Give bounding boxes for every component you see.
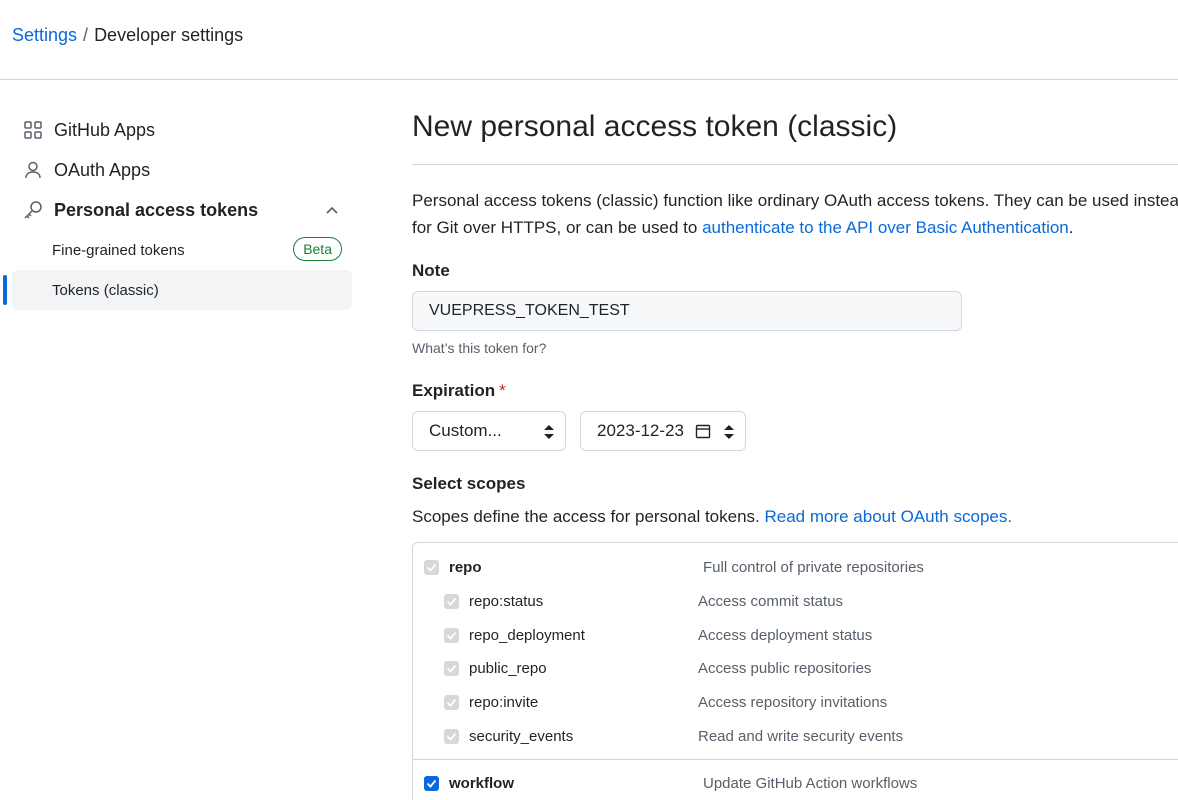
sidebar-item-tokens-classic[interactable]: Tokens (classic): [12, 270, 352, 310]
beta-badge: Beta: [293, 237, 342, 261]
scope-row-public-repo: public_repo Access public repositories: [413, 651, 1178, 685]
sidebar-item-oauth-apps[interactable]: OAuth Apps: [12, 150, 352, 190]
scope-checkbox[interactable]: [444, 627, 459, 643]
required-asterisk: *: [499, 381, 506, 400]
scope-row-security-events: security_events Read and write security …: [413, 719, 1178, 753]
description-text: for Git over HTTPS, or can be used to: [412, 218, 703, 237]
expiration-label-text: Expiration: [412, 381, 496, 400]
scopes-description: Scopes define the access for personal to…: [412, 507, 1012, 527]
scopes-list: repo Full control of private repositorie…: [412, 542, 1178, 800]
sidebar-item-label: Tokens (classic): [52, 281, 159, 299]
select-scopes-label: Select scopes: [412, 474, 526, 493]
description-suffix: .: [1068, 218, 1074, 237]
sidebar-item-label: OAuth Apps: [54, 159, 151, 180]
main-content: New personal access token (classic) Pers…: [412, 110, 1178, 800]
note-label: Note: [412, 261, 450, 280]
expiration-date-input[interactable]: 2023-12-23: [580, 411, 746, 451]
expiration-select-value: Custom...: [429, 421, 502, 440]
sidebar-item-label: GitHub Apps: [54, 119, 156, 140]
sidebar-item-fine-grained-tokens[interactable]: Fine-grained tokens Beta: [12, 230, 352, 270]
description-line-1: Personal access tokens (classic) functio…: [412, 191, 1178, 210]
expiration-label: Expiration *: [412, 381, 506, 401]
breadcrumb-separator: /: [83, 25, 89, 45]
description-line-2: for Git over HTTPS, or can be used to au…: [412, 214, 1178, 241]
scope-name: repo:invite: [469, 693, 539, 711]
sidebar-item-label: Personal access tokens: [54, 199, 259, 220]
scopes-description-text: Scopes define the access for personal to…: [412, 507, 765, 526]
sidebar-item-label: Fine-grained tokens: [52, 241, 185, 259]
top-bar: Settings / Developer settings: [0, 0, 1178, 80]
scope-checkbox[interactable]: [444, 660, 459, 676]
calendar-icon[interactable]: [695, 423, 711, 444]
breadcrumb: Settings / Developer settings: [12, 25, 243, 46]
oauth-scopes-link[interactable]: Read more about OAuth scopes.: [764, 507, 1012, 526]
scope-checkbox[interactable]: [444, 593, 459, 609]
scope-checkbox[interactable]: [424, 559, 439, 575]
scope-description: Access commit status: [698, 592, 844, 610]
breadcrumb-settings-link[interactable]: Settings: [12, 25, 77, 46]
scope-name: workflow: [449, 774, 515, 792]
expiration-date-value: 2023-12-23: [597, 421, 684, 440]
scope-row-repo-invite: repo:invite Access repository invitation…: [413, 685, 1178, 719]
basic-auth-link[interactable]: authenticate to the API over Basic Authe…: [702, 218, 1069, 237]
scope-description: Access public repositories: [698, 659, 872, 677]
scope-description: Access deployment status: [698, 626, 873, 644]
note-input[interactable]: [412, 291, 962, 331]
scope-description: Access repository invitations: [698, 693, 888, 711]
breadcrumb-current: Developer settings: [94, 25, 244, 45]
note-hint: What’s this token for?: [412, 340, 547, 356]
sidebar-item-github-apps[interactable]: GitHub Apps: [12, 110, 352, 150]
scope-divider: [413, 759, 1178, 760]
scope-description: Update GitHub Action workflows: [703, 774, 918, 792]
scope-row-repo-deployment: repo_deployment Access deployment status: [413, 618, 1178, 652]
scope-name: security_events: [469, 727, 574, 745]
scope-checkbox[interactable]: [444, 728, 459, 744]
scope-name: repo_deployment: [469, 626, 585, 644]
page-title: New personal access token (classic): [412, 110, 1178, 165]
scope-description: Read and write security events: [698, 727, 904, 745]
scope-checkbox[interactable]: [444, 694, 459, 710]
select-arrows-icon: [543, 423, 555, 446]
sidebar-item-personal-access-tokens[interactable]: Personal access tokens: [12, 190, 352, 230]
key-icon: [22, 199, 44, 221]
date-stepper-icon[interactable]: [723, 423, 735, 446]
person-icon: [22, 159, 44, 181]
scope-name: repo:status: [469, 592, 544, 610]
apps-grid-icon: [22, 119, 44, 141]
page-description: Personal access tokens (classic) functio…: [412, 187, 1178, 241]
scope-row-repo: repo Full control of private repositorie…: [413, 550, 1178, 584]
scope-row-workflow: workflow Update GitHub Action workflows: [413, 766, 1178, 800]
scope-checkbox[interactable]: [424, 775, 439, 791]
scope-name: public_repo: [469, 659, 547, 677]
active-indicator: [3, 275, 7, 305]
scope-name: repo: [449, 558, 482, 576]
scope-description: Full control of private repositories: [703, 558, 924, 576]
chevron-up-icon[interactable]: [322, 200, 342, 220]
expiration-select[interactable]: Custom...: [412, 411, 566, 451]
scope-row-repo-status: repo:status Access commit status: [413, 584, 1178, 618]
